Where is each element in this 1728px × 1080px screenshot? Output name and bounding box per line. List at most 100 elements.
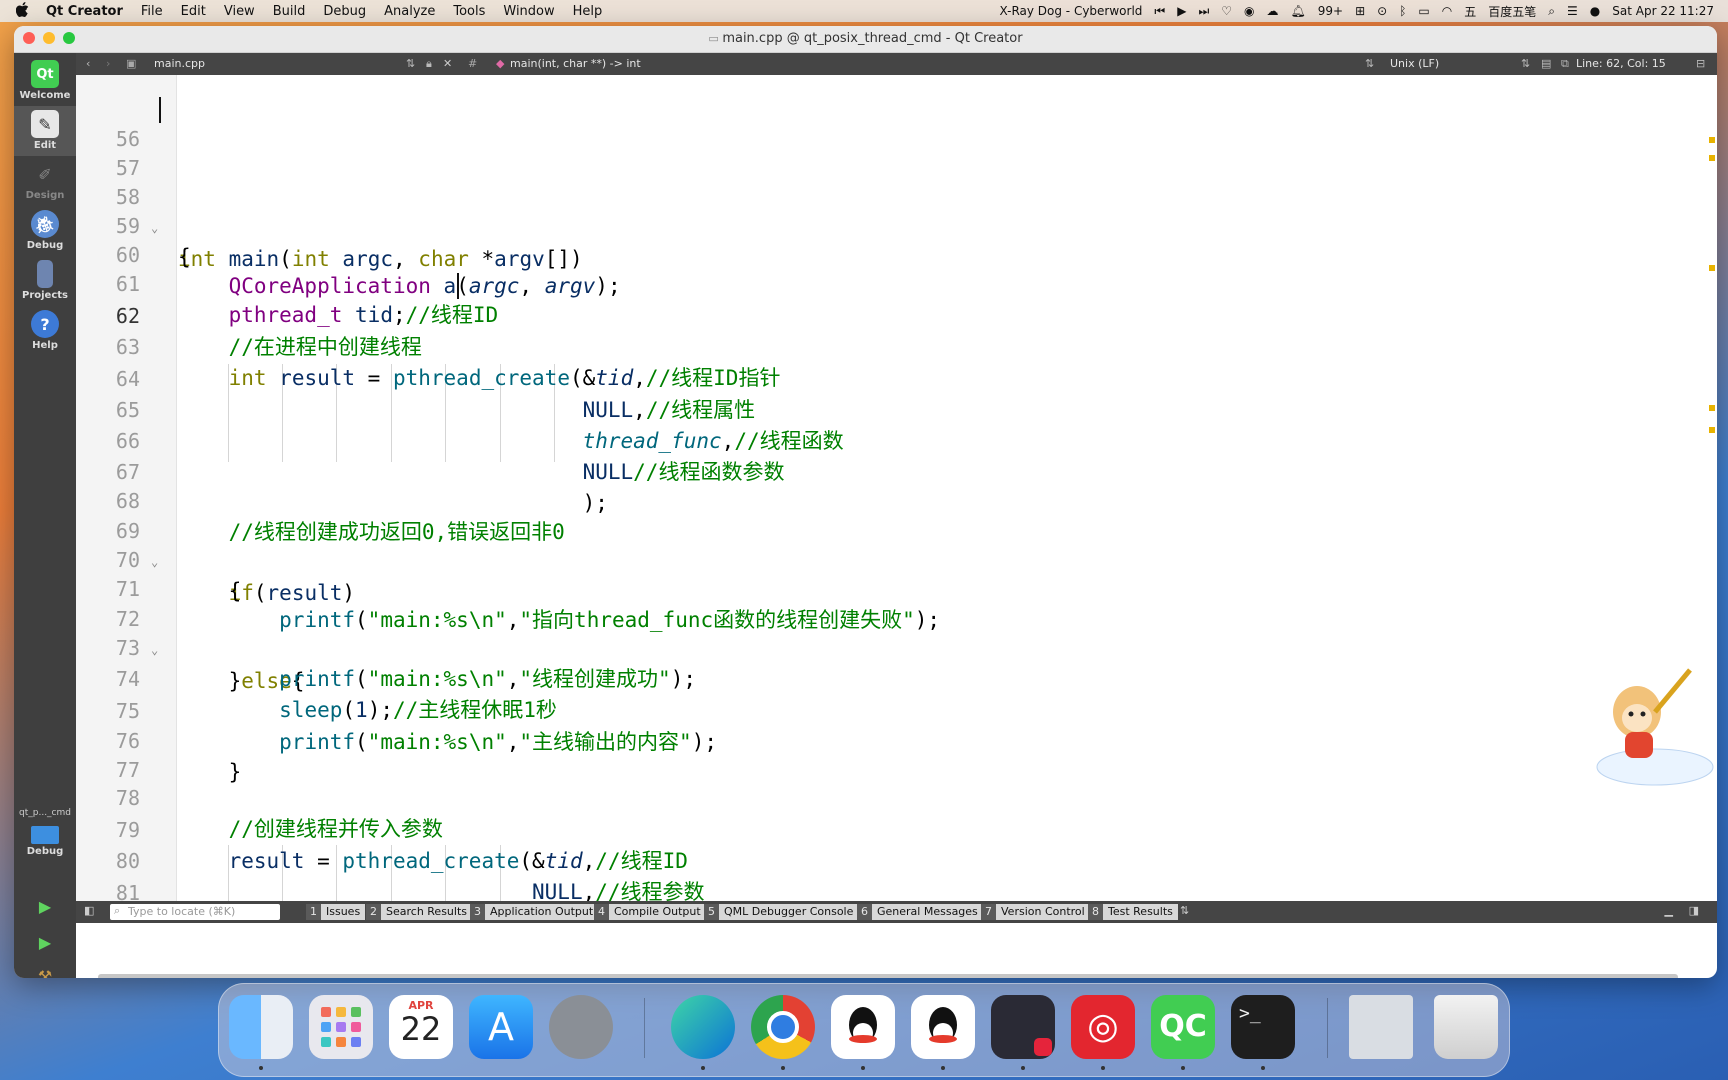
screen-record-icon[interactable]: ⊙	[1377, 4, 1387, 18]
locator-input[interactable]: Type to locate (⌘K)	[110, 904, 280, 920]
netease-music-icon[interactable]: ◎	[1071, 995, 1135, 1059]
spotlight-search-icon[interactable]: ⌕	[1548, 4, 1555, 19]
mode-projects[interactable]: Projects	[14, 256, 76, 306]
app-store-icon[interactable]: A	[469, 995, 533, 1059]
netease-tray-icon[interactable]: ◉	[1244, 4, 1254, 18]
code-line-current[interactable]: 62 //在进程中创建线程	[76, 270, 1717, 359]
horizontal-scrollbar[interactable]	[98, 974, 1678, 978]
symbol-selector[interactable]: main(int, char **) -> int	[510, 57, 641, 70]
tab-search-results[interactable]: 2 Search Results	[366, 904, 473, 920]
qq-icon[interactable]	[831, 995, 895, 1059]
code-line[interactable]: 64 NULL,//线程属性	[76, 333, 1717, 422]
code-line[interactable]: 71 printf("main:%s\n","指向thread_func函数的线…	[76, 543, 1717, 632]
code-line[interactable]: 61 pthread_t tid;//线程ID	[76, 238, 1717, 327]
tray-app-icon[interactable]: ☁	[1267, 4, 1279, 18]
code-line[interactable]: 82 (void *)"主线程传入的参数");//参数类型要强制转换为void*	[76, 878, 1717, 901]
code-line[interactable]: 58 ⌄ int main(int argc, char *argv[])	[76, 151, 1717, 271]
code-line[interactable]: 66 NULL//线程函数参数	[76, 395, 1717, 484]
kit-project-label[interactable]: qt_p..._cmd	[14, 808, 76, 818]
code-line[interactable]: 56	[76, 93, 1717, 151]
link-icon[interactable]: ⧉	[1561, 57, 1569, 71]
back-icon[interactable]: ‹	[86, 57, 90, 70]
code-line[interactable]: 74 sleep(1);//主线程休眠1秒	[76, 633, 1717, 722]
menu-build[interactable]: Build	[273, 4, 306, 19]
kit-selector[interactable]: Debug	[14, 826, 76, 866]
tab-compile-output[interactable]: 4 Compile Output	[594, 904, 706, 920]
split-icon[interactable]: ▤	[1541, 57, 1551, 70]
code-line[interactable]: 80 NULL,//线程参数	[76, 815, 1717, 901]
code-line[interactable]: 81 thread_func_with_param,//线程函数	[76, 847, 1717, 901]
code-line[interactable]: 76 }	[76, 695, 1717, 784]
cursor-position[interactable]: Line: 62, Col: 15	[1576, 57, 1666, 70]
heart-icon[interactable]: ♡	[1221, 4, 1232, 18]
tab-application-output[interactable]: 3 Application Output	[470, 904, 599, 920]
obs-icon[interactable]	[991, 995, 1055, 1059]
minimized-window-icon[interactable]	[1349, 995, 1413, 1059]
code-line[interactable]: 75 printf("main:%s\n","主线输出的内容");	[76, 665, 1717, 754]
tab-version-control[interactable]: 7 Version Control	[981, 904, 1090, 920]
mode-design[interactable]: ✐ Design	[14, 156, 76, 206]
code-line[interactable]: 72 ⌄ }else{	[76, 573, 1717, 693]
calendar-icon[interactable]: APR 22	[389, 995, 453, 1059]
tab-general-messages[interactable]: 6 General Messages	[857, 904, 983, 920]
apple-menu-icon[interactable]	[15, 1, 32, 21]
code-line[interactable]: 59 {	[76, 180, 1717, 269]
play-icon[interactable]: ▶	[1177, 4, 1186, 18]
code-line[interactable]: 69 ⌄ if(result)	[76, 485, 1717, 605]
menu-debug[interactable]: Debug	[323, 4, 366, 19]
file-selector[interactable]: main.cpp	[154, 57, 205, 70]
trash-icon[interactable]	[1434, 995, 1498, 1059]
code-line[interactable]: 70 {	[76, 514, 1717, 603]
tab-qml-debugger-console[interactable]: 5 QML Debugger Console	[704, 904, 859, 920]
notification-count[interactable]: 99+	[1318, 4, 1343, 18]
code-editor[interactable]: 56 57 58 ⌄ int main(int argc, char *argv…	[76, 75, 1717, 901]
menu-help[interactable]: Help	[573, 4, 603, 19]
bell-icon[interactable]: 🔔︎	[1291, 4, 1306, 18]
edge-icon[interactable]	[671, 995, 735, 1059]
menu-file[interactable]: File	[141, 4, 163, 19]
menu-edit[interactable]: Edit	[181, 4, 206, 19]
run-button[interactable]: ▶	[32, 893, 58, 919]
mode-edit[interactable]: ✎ Edit	[14, 106, 76, 156]
code-line[interactable]: 73 printf("main:%s\n","线程创建成功");	[76, 602, 1717, 691]
mode-debug[interactable]: 🐞︎ Debug	[14, 206, 76, 256]
ime-icon[interactable]: 五	[1464, 3, 1476, 20]
desktop-pet-mascot[interactable]	[1585, 662, 1715, 792]
mode-help[interactable]: ? Help	[14, 306, 76, 356]
line-ending-arrows-icon[interactable]: ⇅	[1521, 57, 1530, 70]
menu-tools[interactable]: Tools	[453, 4, 485, 19]
close-file-icon[interactable]: ✕	[443, 57, 452, 70]
code-line[interactable]: 63 int result = pthread_create(&tid,//线程…	[76, 301, 1717, 390]
forward-icon[interactable]: ›	[106, 57, 110, 70]
input-source-icon[interactable]: ⊞	[1355, 4, 1365, 18]
toggle-sidebar-icon[interactable]: ◧	[84, 904, 94, 917]
control-center-icon[interactable]: ☰	[1567, 4, 1578, 18]
mode-welcome[interactable]: Qt Welcome	[14, 56, 76, 106]
build-button[interactable]: ⚒	[32, 963, 58, 979]
menu-view[interactable]: View	[224, 4, 255, 19]
more-tabs-icon[interactable]: ⇅	[1180, 904, 1189, 917]
qq-icon-2[interactable]	[911, 995, 975, 1059]
qt-creator-icon[interactable]: QC	[1151, 995, 1215, 1059]
next-track-icon[interactable]: ⏭	[1198, 4, 1209, 19]
output-pane-icon[interactable]: ▁	[1665, 904, 1673, 917]
chrome-icon[interactable]	[751, 995, 815, 1059]
toggle-right-sidebar-icon[interactable]: ◨	[1689, 904, 1699, 917]
ime-label[interactable]: 百度五笔	[1488, 3, 1536, 20]
menu-window[interactable]: Window	[503, 4, 554, 19]
battery-icon[interactable]: ▭	[1418, 4, 1429, 18]
clock[interactable]: Sat Apr 22 11:27	[1612, 4, 1714, 18]
line-ending-selector[interactable]: Unix (LF)	[1390, 57, 1439, 70]
app-menu[interactable]: Qt Creator	[46, 4, 123, 19]
symbol-selector-arrows-icon[interactable]: ⇅	[1365, 57, 1374, 70]
code-line[interactable]: 67 );	[76, 426, 1717, 515]
now-playing-label[interactable]: X-Ray Dog - Cyberworld	[1000, 4, 1143, 18]
code-line[interactable]: 65 thread_func,//线程函数	[76, 364, 1717, 453]
debug-run-button[interactable]: ▶	[32, 929, 58, 955]
split-editor-icon[interactable]: ⊟	[1696, 57, 1705, 70]
siri-icon[interactable]: ●	[1590, 4, 1600, 18]
finder-icon[interactable]	[229, 995, 293, 1059]
terminal-icon[interactable]: >_	[1231, 995, 1295, 1059]
tab-issues[interactable]: 1 Issues	[306, 904, 366, 920]
code-line[interactable]: 77	[76, 724, 1717, 782]
